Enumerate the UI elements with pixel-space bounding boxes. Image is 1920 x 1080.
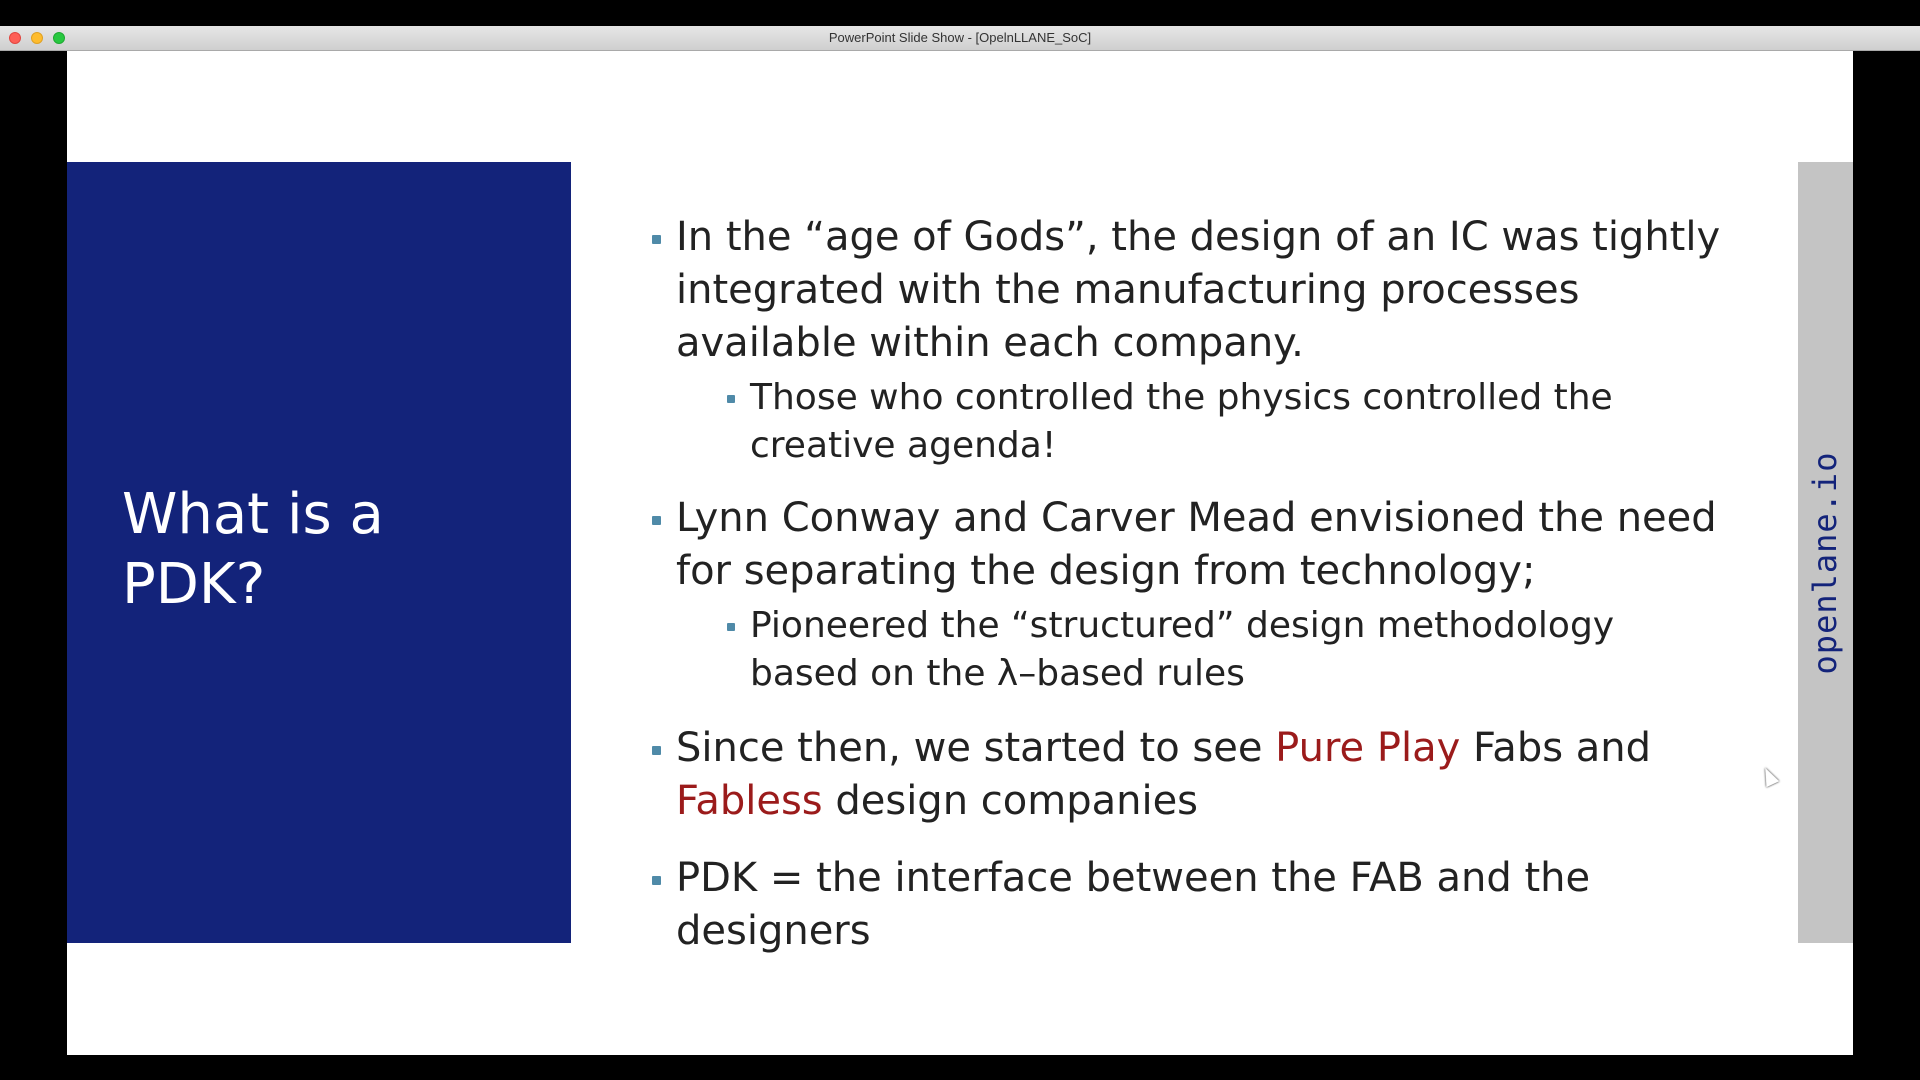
sub-bullet-physics: Those who controlled the physics control… [650, 374, 1730, 470]
window-titlebar[interactable]: PowerPoint Slide Show - [OpelnLLANE_SoC] [0, 26, 1920, 51]
slide-title: What is a PDK? [122, 482, 384, 617]
bullet-pure-play-fabs: Since then, we started to see Pure Play … [650, 722, 1730, 828]
sub-bullet-structured-design: Pioneered the “structured” design method… [650, 602, 1730, 698]
slide-content: In the “age of Gods”, the design of an I… [650, 211, 1730, 958]
highlight-fabless: Fabless [676, 778, 823, 824]
bullet-pdk-definition: PDK = the interface between the FAB and … [650, 852, 1730, 958]
window-title: PowerPoint Slide Show - [OpelnLLANE_SoC] [828, 30, 1092, 45]
brand-logo-text: openlane.io [1806, 451, 1844, 675]
bullet-text-part: Fabs and [1460, 725, 1652, 771]
bullet-text-part: design companies [822, 778, 1199, 824]
presentation-slide[interactable]: What is a PDK? In the “age of Gods”, the… [67, 51, 1853, 1055]
highlight-pure-play: Pure Play [1275, 725, 1461, 771]
slideshow-window: PowerPoint Slide Show - [OpelnLLANE_SoC]… [0, 0, 1920, 1080]
bullet-text-part: Since then, we started to see [676, 725, 1276, 771]
bullet-age-of-gods: In the “age of Gods”, the design of an I… [650, 211, 1730, 370]
title-panel: What is a PDK? [67, 162, 571, 943]
bullet-conway-mead: Lynn Conway and Carver Mead envisioned t… [650, 492, 1730, 598]
